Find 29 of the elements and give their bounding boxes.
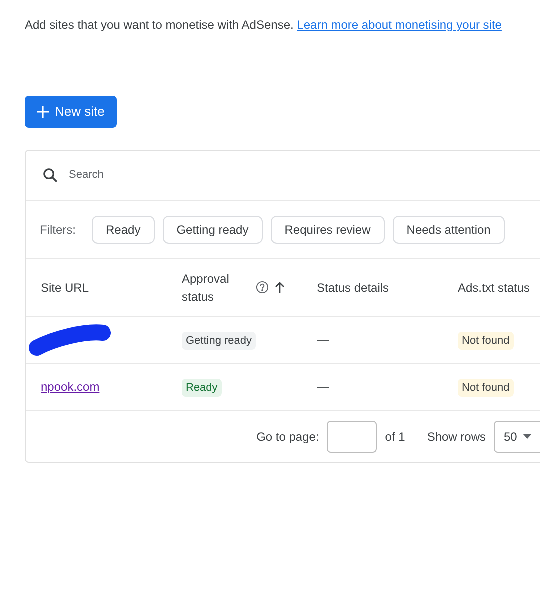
page-input[interactable] [327, 420, 378, 452]
new-site-button[interactable]: New site [25, 96, 117, 128]
status-details-cell: — [317, 380, 329, 394]
column-header: Site URL [41, 280, 90, 296]
filter-chip[interactable]: Getting ready [162, 216, 263, 244]
intro-text: Add sites that you want to monetise with AdSense. Learn more about monetising your site [25, 17, 503, 34]
status-chip: Not found [458, 332, 514, 350]
filters-label: Filters: [40, 222, 76, 238]
site-link[interactable]: npook.com [41, 380, 100, 394]
search-icon [42, 167, 59, 184]
column-header: Approval status [182, 270, 230, 306]
learn-more-link[interactable]: Learn more about monetising your site [297, 18, 502, 32]
filter-chip[interactable]: Requires review [270, 216, 385, 244]
column-header: Status details [317, 280, 390, 296]
column-header: Ads.txt status [458, 280, 530, 296]
go-to-page-label: Go to page: [256, 428, 320, 446]
show-rows-label: Show rows [427, 428, 486, 446]
page-count: of 1 [385, 428, 406, 446]
search-field[interactable]: Search [69, 167, 540, 184]
status-chip: Getting ready [182, 332, 256, 350]
filter-chip[interactable]: Ready [92, 216, 155, 244]
caret-icon [523, 434, 532, 439]
status-details-cell: — [317, 333, 329, 347]
rows-select[interactable]: 50 [494, 420, 540, 452]
filter-chip[interactable]: Needs attention [392, 216, 505, 244]
status-chip: Not found [458, 378, 514, 397]
sort-arrow-icon[interactable] [275, 282, 285, 293]
plus-icon [37, 106, 49, 118]
status-chip: Ready [182, 378, 222, 397]
